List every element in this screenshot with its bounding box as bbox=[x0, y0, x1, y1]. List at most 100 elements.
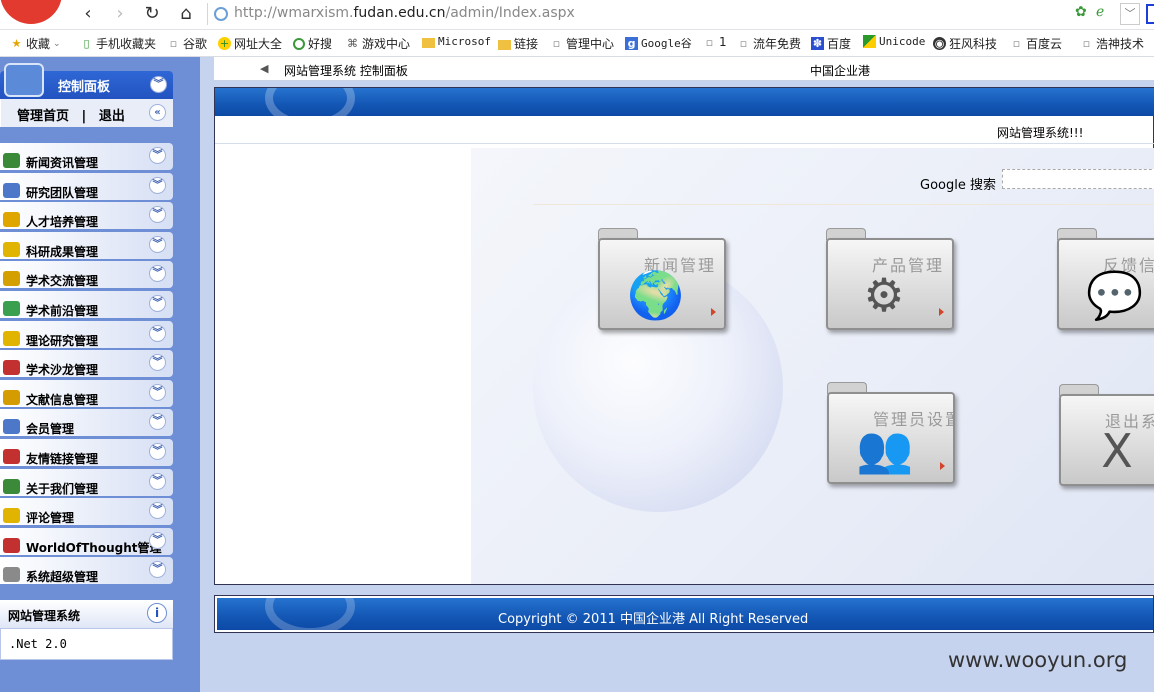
bookmark-item[interactable]: 好搜 bbox=[293, 35, 332, 52]
version-panel: .Net 2.0 bbox=[0, 628, 173, 660]
ie-mode-icon[interactable]: ℯ bbox=[1096, 4, 1104, 20]
bookmark-item[interactable]: ▯ 手机收藏夹 bbox=[80, 35, 156, 52]
bookmark-item[interactable]: ⌘ 游戏中心 bbox=[346, 35, 410, 52]
page-globe-icon bbox=[214, 7, 228, 21]
tile-glyph-icon: X bbox=[1101, 424, 1133, 478]
tile-glyph-icon: 💬 bbox=[1086, 268, 1144, 322]
sidebar-item[interactable]: 人才培养管理 ︾ bbox=[0, 202, 173, 230]
main-panel: 网站管理系统!!! Google 搜索 新闻管理🌍 产品管理⚙ 反馈信息💬 管理员设置… bbox=[214, 87, 1154, 585]
info-icon[interactable]: i bbox=[147, 603, 167, 623]
watermark: www.wooyun.org bbox=[948, 648, 1128, 672]
expand-chevron-icon[interactable]: ︾ bbox=[149, 443, 166, 460]
link-separator: | bbox=[81, 109, 87, 124]
expand-chevron-icon[interactable]: ︾ bbox=[149, 354, 166, 372]
sidebar-item-label: 学术交流管理 bbox=[26, 274, 99, 289]
hao123-icon: + bbox=[218, 37, 231, 50]
bookmark-item[interactable]: ▫ 谷歌 bbox=[167, 35, 207, 52]
bookmark-item[interactable]: 链接 bbox=[498, 35, 538, 52]
url-text[interactable]: http://wmarxism.fudan.edu.cn/admin/Index… bbox=[234, 5, 575, 21]
address-dropdown-chevron-icon[interactable]: ﹀ bbox=[1120, 3, 1140, 25]
bookmark-item[interactable]: ✽ 百度 bbox=[811, 35, 851, 52]
collapse-left-chevron-icon[interactable]: « bbox=[149, 104, 166, 121]
expand-chevron-icon[interactable]: ︾ bbox=[149, 295, 166, 312]
footer-bar: Copyright © 2011 中国企业港 All Right Reserve… bbox=[217, 598, 1153, 630]
google-search-input[interactable] bbox=[1002, 169, 1154, 189]
google-icon: g bbox=[625, 36, 638, 50]
bookmark-item[interactable]: ★ 收藏 ⌄ bbox=[10, 35, 61, 52]
expand-chevron-icon[interactable]: ︾ bbox=[149, 324, 166, 342]
bookmark-item[interactable]: Unicode bbox=[863, 35, 925, 48]
bookmark-item[interactable]: ▫ 1 bbox=[703, 35, 727, 49]
bookmark-item[interactable]: ▫ 浩神技术 bbox=[1080, 35, 1144, 52]
collapse-chevron-icon[interactable]: ︾ bbox=[150, 76, 167, 93]
menu-item-icon bbox=[3, 449, 20, 464]
url-prefix: http://wmarxism. bbox=[234, 5, 354, 21]
bookmark-label: 百度 bbox=[827, 37, 852, 51]
expand-chevron-icon[interactable]: ︾ bbox=[149, 413, 166, 431]
bookmark-label: Unicode bbox=[879, 35, 926, 48]
dashboard-tile[interactable]: 产品管理 ⚙ bbox=[826, 228, 954, 330]
browser-logo-icon[interactable] bbox=[0, 0, 62, 24]
sidebar-item[interactable]: 学术交流管理 ︾ bbox=[0, 261, 173, 289]
reload-button[interactable]: ↻ bbox=[140, 3, 164, 25]
sidebar-item[interactable]: 学术前沿管理 ︾ bbox=[0, 291, 173, 318]
sidebar-item[interactable]: 关于我们管理 ︾ bbox=[0, 468, 173, 496]
dashboard-tile[interactable]: 退出系统X bbox=[1059, 384, 1154, 486]
expand-chevron-icon[interactable]: ︾ bbox=[149, 561, 166, 579]
expand-chevron-icon[interactable]: ︾ bbox=[149, 472, 166, 490]
sidebar-item[interactable]: 系统超级管理 ︾ bbox=[0, 557, 173, 585]
sidebar-item[interactable]: 友情链接管理 ︾ bbox=[0, 439, 173, 466]
footer-panel: Copyright © 2011 中国企业港 All Right Reserve… bbox=[214, 595, 1154, 633]
refresh-green-icon[interactable]: ✿ bbox=[1075, 4, 1087, 20]
sidebar-item-label: 学术前沿管理 bbox=[26, 304, 99, 318]
info-title: 网站管理系统 bbox=[8, 609, 81, 623]
menu-item-icon bbox=[3, 330, 20, 346]
bookmark-item[interactable]: g Google谷 bbox=[625, 35, 692, 51]
bookmark-item[interactable]: ▫ 管理中心 bbox=[550, 35, 614, 52]
url-path: /admin/Index.aspx bbox=[445, 5, 575, 21]
page-icon: ▫ bbox=[169, 37, 178, 50]
url-host: fudan.edu.cn bbox=[353, 5, 446, 21]
address-bar[interactable]: http://wmarxism.fudan.edu.cn/admin/Index… bbox=[207, 3, 1062, 25]
control-panel-icon bbox=[4, 63, 44, 97]
back-button[interactable]: ‹ bbox=[76, 3, 100, 25]
sidebar-item[interactable]: 学术沙龙管理 ︾ bbox=[0, 350, 173, 378]
sidebar-item[interactable]: 科研成果管理 ︾ bbox=[0, 231, 173, 259]
expand-chevron-icon[interactable]: ︾ bbox=[149, 502, 166, 520]
sidebar-item[interactable]: 研究团队管理 ︾ bbox=[0, 172, 173, 200]
sidebar-item[interactable]: 理论研究管理 ︾ bbox=[0, 320, 173, 348]
expand-chevron-icon[interactable]: ︾ bbox=[149, 383, 166, 401]
dashboard-tile[interactable]: 反馈信息💬 bbox=[1057, 228, 1154, 330]
sidebar-header[interactable]: 控制面板 ︾ bbox=[0, 63, 173, 99]
expand-chevron-icon[interactable]: ︾ bbox=[149, 531, 166, 549]
expand-chevron-icon[interactable]: ︾ bbox=[149, 265, 166, 283]
bookmark-item[interactable]: Microsof bbox=[422, 35, 491, 48]
bookmark-item[interactable]: + 网址大全 bbox=[218, 35, 282, 52]
menu-item-icon bbox=[3, 212, 20, 228]
expand-chevron-icon[interactable]: ︾ bbox=[149, 176, 166, 194]
bookmark-item[interactable]: ◉ 狂风科技 bbox=[933, 35, 997, 52]
bookmark-item[interactable]: ▫ 百度云 bbox=[1010, 35, 1062, 52]
expand-chevron-icon[interactable]: ︾ bbox=[149, 147, 166, 164]
menu-item-icon bbox=[3, 182, 20, 198]
bookmark-label: 浩神技术 bbox=[1096, 37, 1145, 51]
logout-link[interactable]: 退出 bbox=[99, 109, 125, 124]
bookmark-item[interactable]: ▫ 流年免费 bbox=[737, 35, 801, 52]
menu-item-icon bbox=[3, 360, 20, 376]
sidebar-item[interactable]: 会员管理 ︾ bbox=[0, 409, 173, 437]
triangle-left-icon[interactable]: ◀ bbox=[260, 62, 268, 75]
sidebar-item[interactable]: 评论管理 ︾ bbox=[0, 498, 173, 526]
expand-chevron-icon[interactable]: ︾ bbox=[149, 235, 166, 253]
home-button[interactable]: ⌂ bbox=[174, 3, 198, 25]
forward-button[interactable]: › bbox=[108, 3, 132, 25]
globe-icon: ◉ bbox=[933, 37, 946, 50]
tile-glyph-icon: 👥 bbox=[856, 422, 914, 476]
dashboard-tile[interactable]: 管理员设置👥 bbox=[827, 382, 955, 484]
sidebar-item[interactable]: 新闻资讯管理 ︾ bbox=[0, 143, 173, 170]
expand-chevron-icon[interactable]: ︾ bbox=[149, 206, 166, 224]
page-icon: ▫ bbox=[705, 35, 714, 49]
home-link[interactable]: 管理首页 bbox=[17, 109, 69, 124]
dashboard-tile[interactable]: 新闻管理 🌍 bbox=[598, 228, 726, 330]
sidebar-item[interactable]: WorldOfThought管理 ︾ bbox=[0, 527, 173, 555]
sidebar-item[interactable]: 文献信息管理 ︾ bbox=[0, 379, 173, 407]
